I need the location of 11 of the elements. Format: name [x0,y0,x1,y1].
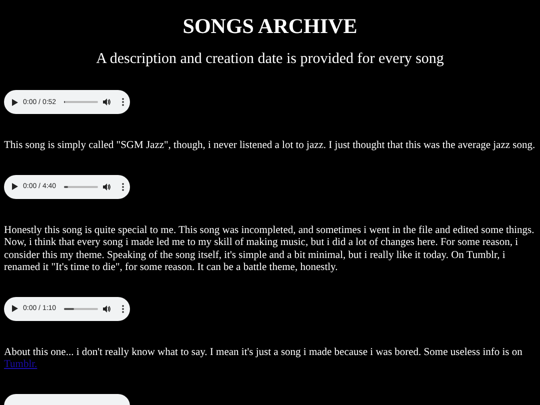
page-subtitle: A description and creation date is provided for every song [95,50,445,68]
play-icon[interactable] [12,98,18,106]
volume-icon[interactable] [103,98,111,106]
song-description: About this one... i don't really know what to say. I mean it's just a song i made because i was bored. Some useless info is on Tumblr. [4,346,524,372]
volume-icon[interactable] [103,304,111,312]
play-icon[interactable] [12,305,18,312]
song-description: This song is simply called "SGM Jazz", though, i never listened a lot to jazz. I just thought that this was the average jazz song. [4,140,536,152]
volume-icon[interactable] [103,182,111,190]
page-title: SONGS ARCHIVE [182,14,358,38]
play-icon[interactable] [12,183,18,190]
song-description: Honestly this song is quite special to me. This song was incompleted, and sometimes i went in the file and edited some things. Now, i think that every song i made led me to my skill of making music, but i did a lot of changes here. For some reason, i consider this my theme. Speaking of the song itself, it's simple and a bit minimal, but i really like it today. On Tumblr, i renamed it "It's time to die", for some reason. It can be a battle theme, honestly. [4,224,536,274]
